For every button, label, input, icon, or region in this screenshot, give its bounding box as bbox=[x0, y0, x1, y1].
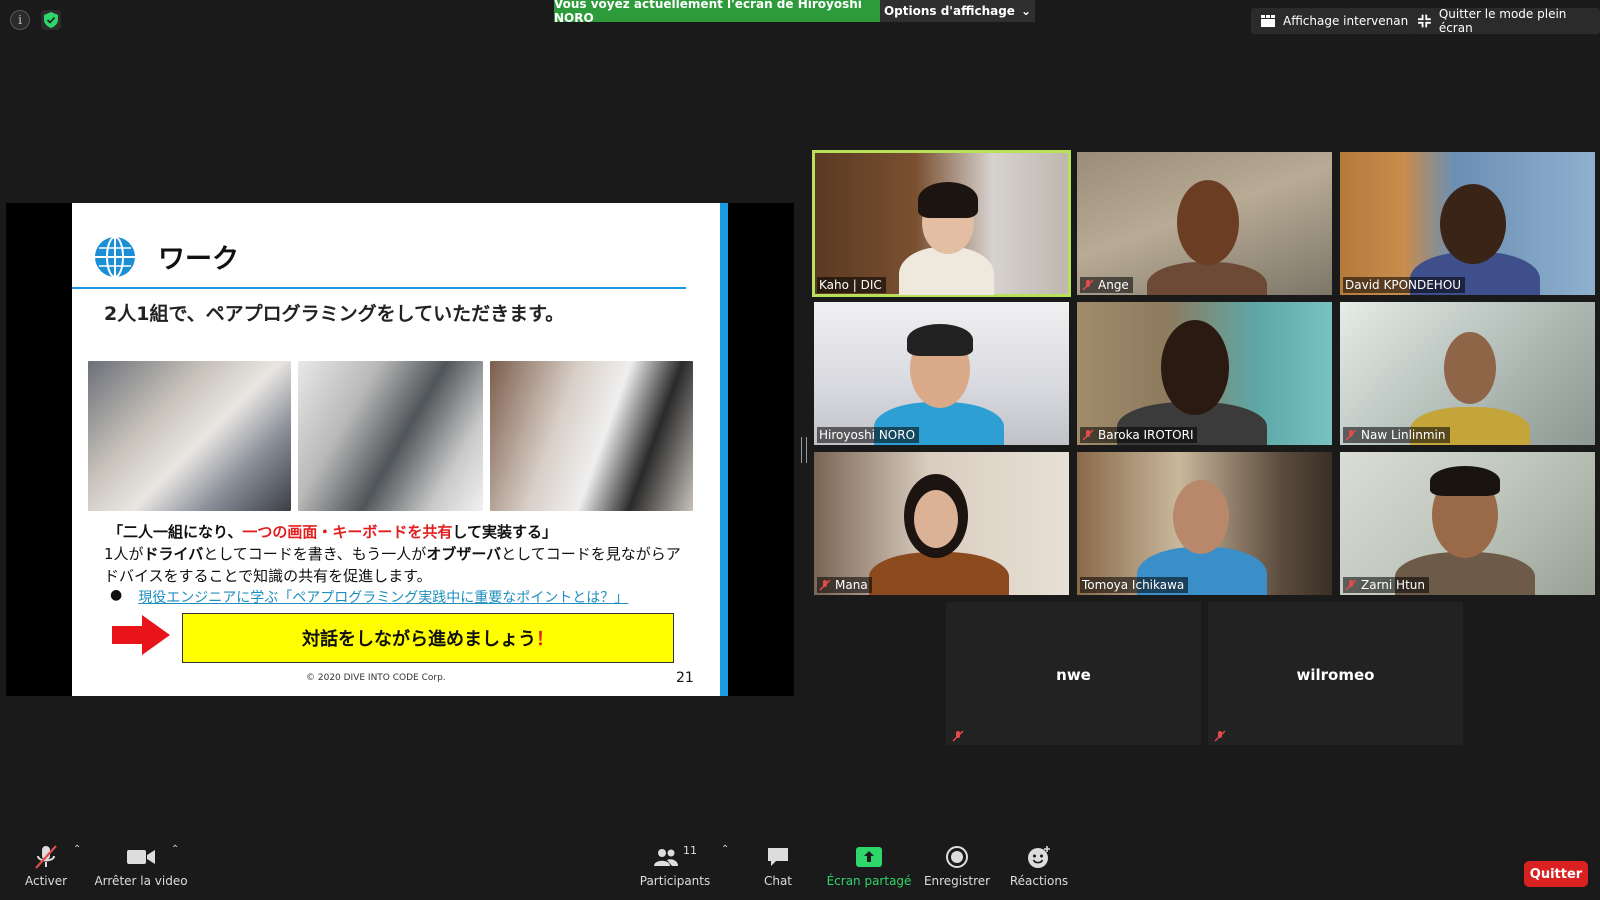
video-options-caret[interactable]: ⌃ bbox=[171, 844, 179, 855]
chat-button[interactable]: Chat bbox=[762, 840, 794, 888]
participants-button[interactable]: 11 Participants bbox=[640, 840, 711, 888]
globe-icon bbox=[95, 236, 135, 278]
participant-name: David KPONDEHOU bbox=[1343, 277, 1466, 293]
participants-options-caret[interactable]: ⌃ bbox=[721, 844, 729, 855]
slide-copyright: © 2020 DIVE INTO CODE Corp. bbox=[306, 673, 446, 683]
chevron-down-icon: ⌄ bbox=[1020, 4, 1032, 18]
video-camera-icon bbox=[127, 850, 155, 864]
share-screen-icon bbox=[856, 847, 882, 867]
record-button[interactable]: Enregistrer bbox=[924, 840, 990, 888]
muted-mic-icon bbox=[1082, 429, 1094, 441]
view-options-label: Options d'affichage bbox=[883, 4, 1015, 18]
slide-title: ワーク bbox=[158, 244, 239, 275]
participant-name: wilromeo bbox=[1296, 666, 1375, 684]
pair-programming-photo bbox=[490, 361, 693, 511]
arrow-right-icon bbox=[112, 615, 170, 655]
slide-page-number: 21 bbox=[676, 670, 694, 686]
participant-name: Mana bbox=[817, 577, 872, 593]
speaker-view-label: Affichage intervenant bbox=[1283, 14, 1413, 28]
video-tile[interactable]: Ange bbox=[1077, 152, 1332, 295]
info-icon[interactable]: i bbox=[10, 10, 30, 30]
pair-programming-photo bbox=[298, 361, 483, 511]
resize-handle[interactable] bbox=[801, 437, 807, 463]
pair-programming-photo bbox=[88, 361, 291, 511]
participant-name: nwe bbox=[1056, 666, 1091, 684]
video-off-tile[interactable]: nwe bbox=[946, 602, 1201, 745]
participant-name: Baroka IROTORI bbox=[1080, 427, 1198, 443]
muted-mic-icon bbox=[35, 845, 57, 869]
video-tile[interactable]: Zarni Htun bbox=[1340, 452, 1595, 595]
participant-name: Hiroyoshi NORO bbox=[817, 427, 920, 443]
participants-count: 11 bbox=[683, 844, 697, 857]
screen-share-banner: Vous voyez actuellement l'écran de Hiroy… bbox=[554, 0, 880, 25]
shared-screen: ワーク 2人1組で、ペアプログラミングをしていただきます。 「二人一組になり、一… bbox=[6, 203, 794, 696]
participant-name: Ange bbox=[1080, 277, 1133, 293]
slide-lead-text: 2人1組で、ペアプログラミングをしていただきます。 bbox=[104, 303, 565, 325]
view-options-button[interactable]: Options d'affichage ⌄ bbox=[880, 0, 1035, 22]
video-off-tile[interactable]: wilromeo bbox=[1208, 602, 1463, 745]
participant-name: Zarni Htun bbox=[1343, 577, 1429, 593]
leave-meeting-button[interactable]: Quitter bbox=[1524, 861, 1588, 887]
slide-quote: 「二人一組になり、一つの画面・キーボードを共有して実装する」 bbox=[108, 523, 557, 541]
muted-mic-icon bbox=[1345, 579, 1357, 591]
video-tile[interactable]: David KPONDEHOU bbox=[1340, 152, 1595, 295]
reactions-button[interactable]: Réactions bbox=[1010, 840, 1068, 888]
presentation-slide: ワーク 2人1組で、ペアプログラミングをしていただきます。 「二人一組になり、一… bbox=[72, 203, 728, 696]
exit-fullscreen-button[interactable]: Quitter le mode plein écran bbox=[1408, 7, 1600, 35]
meeting-toolbar: Activer ⌃ Arrêter la video ⌃ 11 Particip… bbox=[0, 840, 1600, 900]
share-screen-button[interactable]: Écran partagé bbox=[827, 840, 911, 888]
participant-name: Naw Linlinmin bbox=[1343, 427, 1450, 443]
audio-options-caret[interactable]: ⌃ bbox=[73, 844, 81, 855]
muted-mic-icon bbox=[1214, 730, 1226, 742]
record-icon bbox=[946, 846, 968, 868]
chat-icon bbox=[768, 848, 788, 866]
video-tile[interactable]: Naw Linlinmin bbox=[1340, 302, 1595, 445]
video-tile[interactable]: Tomoya Ichikawa bbox=[1077, 452, 1332, 595]
slide-bullet: ● 現役エンジニアに学ぶ「ペアプログラミング実践中に重要なポイントとは？」 bbox=[110, 587, 628, 607]
muted-mic-icon bbox=[1345, 429, 1357, 441]
video-tile[interactable]: Baroka IROTORI bbox=[1077, 302, 1332, 445]
participant-name: Tomoya Ichikawa bbox=[1080, 577, 1189, 593]
speaker-view-icon bbox=[1261, 15, 1275, 27]
slide-body-text: 1人がドライバとしてコードを書き、もう一人がオブザーバとしてコードを見ながらアド… bbox=[104, 545, 681, 585]
reactions-icon bbox=[1028, 846, 1050, 868]
video-tile[interactable]: Mana bbox=[814, 452, 1069, 595]
unmute-button[interactable]: Activer bbox=[25, 840, 67, 888]
exit-fullscreen-icon bbox=[1418, 14, 1431, 28]
video-tile[interactable]: Hiroyoshi NORO bbox=[814, 302, 1069, 445]
muted-mic-icon bbox=[819, 579, 831, 591]
bullet-dot-icon: ● bbox=[110, 587, 123, 603]
participant-name: Kaho | DIC bbox=[817, 277, 886, 293]
slide-side-stripe bbox=[720, 203, 728, 696]
shield-icon[interactable] bbox=[41, 10, 61, 30]
title-divider bbox=[72, 287, 686, 289]
muted-mic-icon bbox=[1082, 279, 1094, 291]
top-bar: i Vous voyez actuellement l'écran de Hir… bbox=[0, 0, 1600, 40]
speaker-view-button[interactable]: Affichage intervenant bbox=[1251, 8, 1423, 34]
slide-link[interactable]: 現役エンジニアに学ぶ「ペアプログラミング実践中に重要なポイントとは？」 bbox=[138, 587, 628, 607]
video-tile[interactable]: Kaho | DIC bbox=[812, 150, 1071, 297]
participants-icon bbox=[654, 849, 678, 866]
exit-fullscreen-label: Quitter le mode plein écran bbox=[1438, 7, 1567, 35]
slide-callout-box: 対話をしながら進めましょう！ bbox=[182, 613, 674, 663]
muted-mic-icon bbox=[952, 730, 964, 742]
